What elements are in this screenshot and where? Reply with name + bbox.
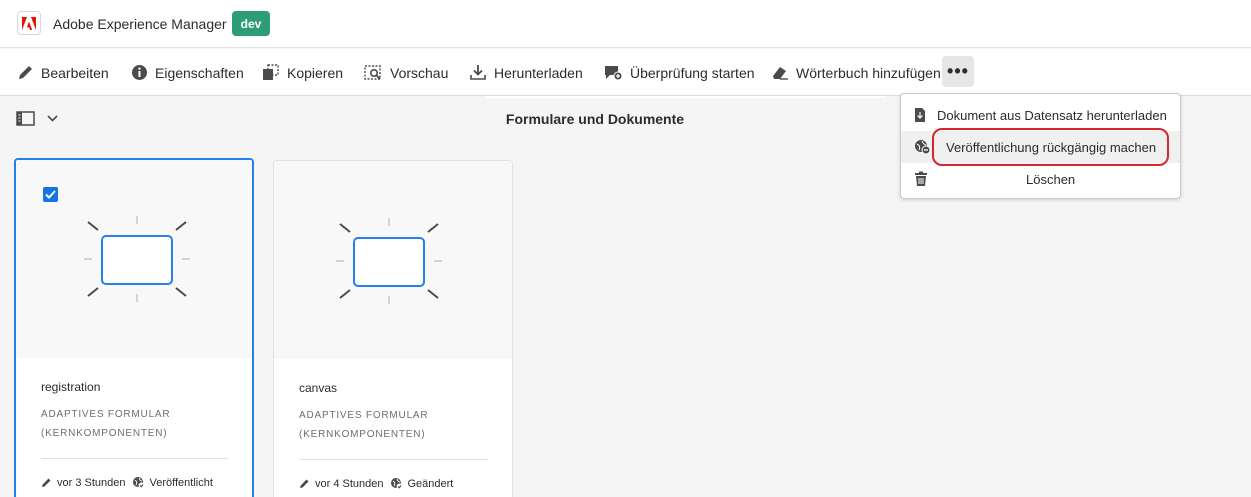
publish-status: Veröffentlicht [149,476,213,489]
edit-button[interactable]: Bearbeiten [17,49,109,96]
copy-button[interactable]: Kopieren [262,49,343,96]
copy-icon [263,64,279,80]
global-header: Adobe Experience Manager dev [0,0,1251,48]
dictionary-icon [773,67,788,80]
modified-globe-icon [390,478,402,490]
download-icon [470,65,486,80]
card-meta: vor 3 Stunden Veröffentlicht [41,476,213,489]
trash-icon [915,171,927,186]
unpublish-icon [915,140,931,155]
preview-label: Vorschau [390,64,449,81]
copy-label: Kopieren [287,64,344,81]
card-thumbnail [16,160,252,358]
more-actions-button[interactable]: ••• [942,56,974,87]
add-dictionary-button[interactable]: Wörterbuch hinzufügen [771,49,941,96]
modified-time: vor 4 Stunden [315,477,384,490]
divider [41,458,228,459]
form-placeholder-icon [84,216,190,302]
adobe-logo-icon[interactable] [17,11,41,35]
edit-label: Bearbeiten [41,64,109,81]
menu-item-label: Löschen [1026,171,1076,187]
card-type: ADAPTIVES FORMULAR (KERNKOMPONENTEN) [299,410,429,440]
preview-icon [364,65,381,80]
more-icon: ••• [947,61,969,81]
preview-button[interactable]: Vorschau [364,49,448,96]
start-review-button[interactable]: Überprüfung starten [604,49,755,96]
card-type: ADAPTIVES FORMULAR (KERNKOMPONENTEN) [41,409,171,439]
card-thumbnail [274,161,512,359]
pencil-icon [19,66,32,79]
document-download-icon [915,108,925,122]
asset-card-registration[interactable]: registration ADAPTIVES FORMULAR (KERNKOM… [14,158,254,497]
download-label: Herunterladen [494,64,583,81]
environment-badge: dev [232,11,270,36]
card-title: registration [41,380,101,394]
start-review-label: Überprüfung starten [630,64,755,81]
action-bar: Bearbeiten Eigenschaften Kopieren Vorsch… [0,49,1251,96]
card-checkbox[interactable] [43,187,58,202]
card-title: canvas [299,381,338,395]
download-button[interactable]: Herunterladen [469,49,583,96]
add-dictionary-label: Wörterbuch hinzufügen [796,64,941,81]
properties-label: Eigenschaften [155,64,244,81]
pencil-icon [42,478,51,487]
divider [299,459,488,460]
divider [486,96,886,98]
pencil-icon [300,479,309,488]
form-placeholder-icon [336,218,442,304]
app-title[interactable]: Adobe Experience Manager [53,16,227,32]
checkmark-icon [45,190,56,199]
card-meta: vor 4 Stunden Geändert [299,477,453,490]
menu-item-label: Dokument aus Datensatz herunterladen [937,107,1167,123]
menu-item-delete[interactable]: Löschen [901,163,1180,195]
review-icon [605,66,623,81]
properties-button[interactable]: Eigenschaften [131,49,244,96]
modified-time: vor 3 Stunden [57,476,126,489]
menu-item-download-document-of-record[interactable]: Dokument aus Datensatz herunterladen [901,99,1180,131]
publish-status: Geändert [407,477,454,490]
asset-card-canvas[interactable]: canvas ADAPTIVES FORMULAR (KERNKOMPONENT… [273,160,513,497]
highlight-annotation [932,128,1169,166]
info-icon [132,65,147,80]
published-globe-icon [132,477,144,489]
